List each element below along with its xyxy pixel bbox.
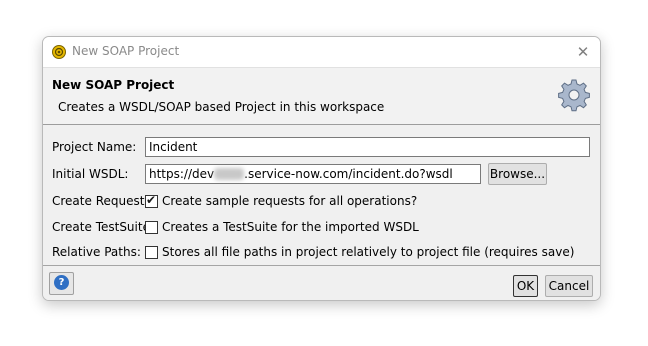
header-title: New SOAP Project bbox=[52, 78, 175, 92]
cancel-button[interactable]: Cancel bbox=[545, 275, 593, 297]
relative-paths-option: Stores all file paths in project relativ… bbox=[162, 245, 575, 259]
wsdl-url-suffix: .service-now.com/incident.do?wsdl bbox=[244, 167, 453, 181]
browse-button[interactable]: Browse... bbox=[488, 163, 547, 185]
create-requests-label: Create Requests: bbox=[52, 194, 155, 208]
soapui-app-icon bbox=[52, 45, 66, 59]
relative-paths-checkbox[interactable] bbox=[145, 246, 158, 259]
dialog-header: New SOAP Project Creates a WSDL/SOAP bas… bbox=[43, 68, 600, 125]
project-name-label: Project Name: bbox=[52, 140, 137, 154]
new-soap-project-dialog: New SOAP Project ✕ New SOAP Project Crea… bbox=[42, 36, 601, 301]
project-name-value: Incident bbox=[149, 140, 198, 154]
help-icon: ? bbox=[54, 275, 69, 290]
project-name-input[interactable]: Incident bbox=[145, 137, 590, 157]
dialog-footer: ? OK Cancel bbox=[43, 265, 600, 300]
help-button[interactable]: ? bbox=[49, 272, 74, 295]
create-requests-checkbox[interactable]: ✔ bbox=[145, 193, 158, 208]
create-testsuite-option: Creates a TestSuite for the imported WSD… bbox=[162, 220, 419, 234]
header-description: Creates a WSDL/SOAP based Project in thi… bbox=[58, 100, 385, 114]
create-requests-option: Create sample requests for all operation… bbox=[162, 194, 418, 208]
create-testsuite-label: Create TestSuite: bbox=[52, 220, 155, 234]
close-icon[interactable]: ✕ bbox=[574, 43, 592, 61]
gear-icon bbox=[558, 79, 590, 112]
initial-wsdl-input[interactable]: https://dev .service-now.com/incident.do?… bbox=[145, 164, 481, 184]
create-testsuite-checkbox[interactable] bbox=[145, 221, 158, 234]
checkmark-icon: ✔ bbox=[146, 193, 157, 207]
window-title: New SOAP Project bbox=[72, 44, 180, 58]
title-bar: New SOAP Project ✕ bbox=[43, 37, 600, 68]
project-form: Project Name: Incident Initial WSDL: htt… bbox=[43, 125, 600, 265]
initial-wsdl-label: Initial WSDL: bbox=[52, 167, 129, 181]
wsdl-url-prefix: https://dev bbox=[149, 167, 215, 181]
ok-button[interactable]: OK bbox=[513, 275, 538, 297]
redacted-segment bbox=[214, 168, 245, 180]
relative-paths-label: Relative Paths: bbox=[52, 245, 141, 259]
